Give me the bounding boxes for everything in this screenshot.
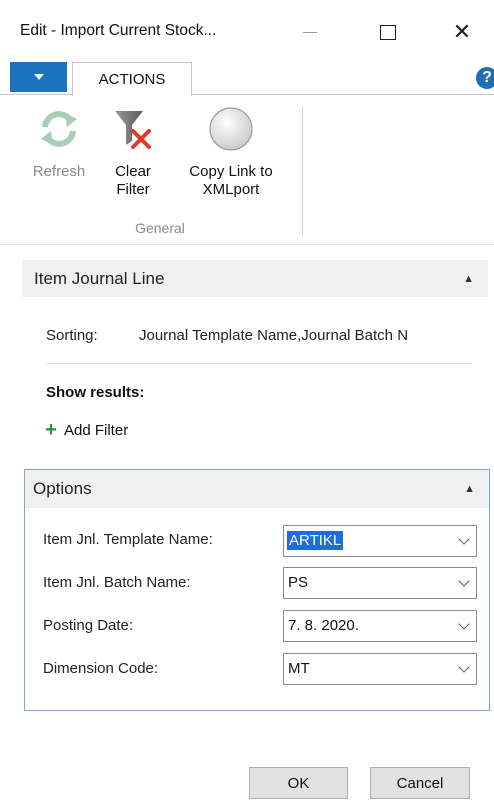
tab-actions[interactable]: ACTIONS	[72, 62, 192, 96]
copy-link-label-2: XMLport	[202, 181, 260, 198]
options-title: Options	[33, 479, 92, 498]
link-icon	[209, 107, 253, 151]
chevron-down-icon	[458, 575, 470, 587]
help-icon[interactable]: ?	[476, 67, 494, 89]
refresh-label: Refresh	[32, 163, 86, 180]
options-header[interactable]: Options ▲	[25, 470, 489, 508]
ok-button[interactable]: OK	[249, 767, 348, 799]
chevron-down-icon	[458, 533, 470, 545]
clear-filter-label-1: Clear	[115, 163, 151, 180]
chevron-down-icon	[458, 661, 470, 673]
section-title: Item Journal Line	[34, 269, 165, 288]
template-name-label: Item Jnl. Template Name:	[43, 531, 213, 548]
template-name-value: ARTIKL	[287, 531, 344, 550]
refresh-button[interactable]: Refresh	[24, 105, 94, 181]
chevron-down-icon	[458, 618, 470, 630]
dimension-code-value: MT	[288, 660, 310, 677]
minimize-icon[interactable]	[290, 14, 330, 50]
add-filter-link[interactable]: + Add Filter	[42, 420, 128, 440]
ribbon-group-label: General	[135, 220, 185, 236]
ribbon-panel: Refresh Clear Filter Copy Link to XMLpor…	[0, 95, 494, 245]
options-panel: Options ▲ Item Jnl. Template Name: ARTIK…	[24, 469, 490, 711]
batch-name-select[interactable]: PS	[283, 567, 477, 599]
dimension-code-select[interactable]: MT	[283, 653, 477, 685]
chevron-down-icon	[33, 74, 44, 80]
copy-link-label-1: Copy Link to	[189, 163, 273, 180]
show-results-label: Show results:	[46, 384, 145, 401]
add-filter-label: Add Filter	[64, 421, 129, 439]
template-name-select[interactable]: ARTIKL	[283, 525, 477, 557]
dimension-code-label: Dimension Code:	[43, 660, 159, 677]
refresh-icon	[41, 111, 77, 147]
close-icon[interactable]: ✕	[442, 14, 482, 50]
window-title: Edit - Import Current Stock...	[20, 22, 217, 39]
batch-name-label: Item Jnl. Batch Name:	[43, 574, 191, 591]
batch-name-value: PS	[288, 574, 309, 591]
clear-filter-label-2: Filter	[116, 181, 150, 198]
item-journal-line-header[interactable]: Item Journal Line ▲	[22, 260, 488, 297]
sorting-label: Sorting:	[46, 327, 98, 344]
maximize-icon[interactable]	[368, 14, 408, 50]
title-bar: Edit - Import Current Stock... ✕	[0, 0, 494, 60]
sorting-row: Sorting: Journal Template Name,Journal B…	[46, 327, 488, 344]
posting-date-value: 7. 8. 2020.	[288, 617, 359, 634]
clear-filter-button[interactable]: Clear Filter	[100, 105, 166, 199]
sorting-value[interactable]: Journal Template Name,Journal Batch N	[139, 327, 408, 344]
posting-date-select[interactable]: 7. 8. 2020.	[283, 610, 477, 642]
posting-date-label: Posting Date:	[43, 617, 134, 634]
ribbon-tab-bar: ACTIONS ?	[0, 60, 494, 96]
ribbon-separator	[302, 107, 303, 235]
application-menu-button[interactable]	[10, 62, 67, 92]
clear-filter-icon	[115, 111, 151, 149]
collapse-icon[interactable]: ▲	[464, 483, 475, 495]
divider	[46, 363, 472, 364]
copy-link-button[interactable]: Copy Link to XMLport	[172, 105, 290, 199]
collapse-icon[interactable]: ▲	[463, 273, 474, 285]
cancel-button[interactable]: Cancel	[370, 767, 470, 799]
plus-icon: +	[45, 419, 57, 441]
